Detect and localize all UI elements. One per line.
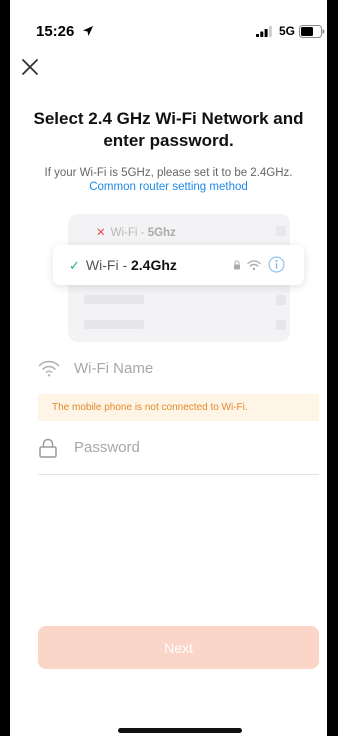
placeholder-bar <box>84 320 144 329</box>
wifi-warning-banner: The mobile phone is not connected to Wi-… <box>38 394 319 421</box>
page-title: Select 2.4 GHz Wi-Fi Network and enter p… <box>33 109 304 150</box>
wifi-warning-text: The mobile phone is not connected to Wi-… <box>52 402 248 413</box>
wifi-icon <box>38 360 60 377</box>
signal-icon <box>256 26 272 37</box>
wifi-name-field <box>38 353 319 383</box>
password-field <box>38 430 319 475</box>
row-24ghz-prefix: Wi-Fi - <box>85 257 131 273</box>
row-5ghz-prefix: Wi-Fi - <box>110 227 148 239</box>
illustration-row-5ghz: ✕ Wi-Fi - 5Ghz <box>96 225 176 239</box>
subtitle: If your Wi-Fi is 5GHz, please set it to … <box>44 167 293 179</box>
row-5ghz-band: 5Ghz <box>147 227 176 239</box>
row-24ghz-band: 2.4Ghz <box>131 257 177 273</box>
placeholder-bar <box>84 295 144 304</box>
home-indicator <box>118 728 242 733</box>
router-setting-link[interactable]: Common router setting method <box>20 180 317 194</box>
battery-icon <box>299 25 325 38</box>
wifi-name-input[interactable] <box>74 357 314 379</box>
status-time: 15:26 <box>36 23 75 40</box>
lock-icon <box>39 438 57 458</box>
lock-icon <box>234 260 240 270</box>
check-icon: ✓ <box>69 258 80 273</box>
info-icon <box>268 256 285 273</box>
close-icon[interactable] <box>21 58 39 76</box>
network-label: 5G <box>279 24 296 38</box>
illustration-row-24ghz: ✓ Wi-Fi - 2.4Ghz <box>53 245 304 285</box>
status-bar: 15:26 5G <box>10 0 327 44</box>
placeholder-checkbox <box>276 295 286 305</box>
app-screen: 15:26 5G Select 2.4 GHz Wi-Fi Network an… <box>10 0 327 736</box>
next-button[interactable]: Next <box>38 626 319 669</box>
row-24ghz-label: ✓ Wi-Fi - 2.4Ghz <box>69 257 177 274</box>
password-input[interactable] <box>74 436 314 458</box>
x-icon: ✕ <box>96 227 106 239</box>
wifi-signal-icon <box>247 260 261 271</box>
location-arrow-icon <box>83 26 93 36</box>
placeholder-checkbox <box>276 226 286 236</box>
placeholder-checkbox <box>276 320 286 330</box>
